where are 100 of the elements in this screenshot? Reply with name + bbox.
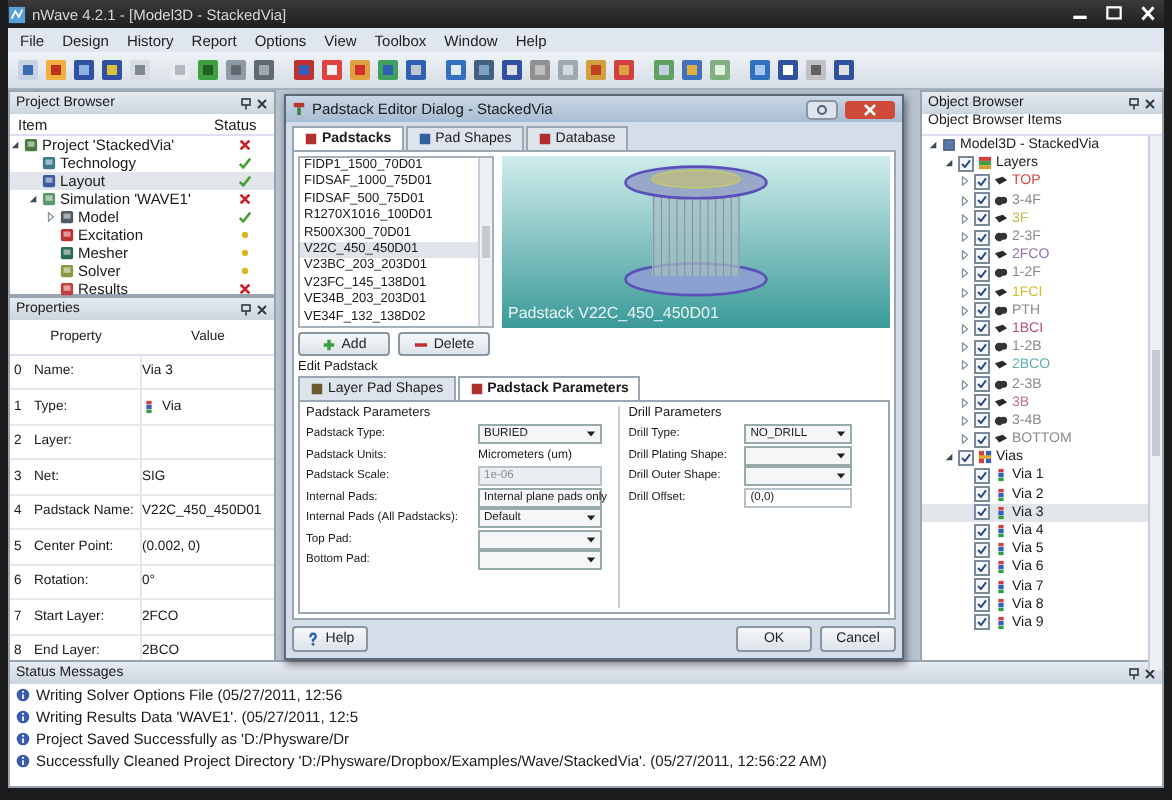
close-icon[interactable] xyxy=(256,97,268,109)
toolbar-icon[interactable] xyxy=(320,58,344,82)
tree-toggle-icon[interactable] xyxy=(960,360,970,371)
model-icon xyxy=(60,210,74,224)
pin-icon[interactable] xyxy=(240,303,252,315)
tree-toggle-icon[interactable] xyxy=(28,194,38,204)
checkbox[interactable] xyxy=(974,229,990,246)
tree-toggle-icon[interactable] xyxy=(960,342,970,353)
dropdown-arrow-icon xyxy=(586,430,596,439)
checkbox[interactable] xyxy=(974,467,990,484)
checkbox[interactable] xyxy=(974,265,990,282)
tab-icon xyxy=(417,132,432,146)
checkbox[interactable] xyxy=(974,486,990,503)
via-icon xyxy=(994,524,1008,539)
tree-toggle-icon[interactable] xyxy=(960,176,970,187)
pin-icon[interactable] xyxy=(1128,97,1140,109)
tree-toggle-icon[interactable] xyxy=(960,213,970,224)
toolbar-icon[interactable] xyxy=(100,58,124,82)
toolbar-icon[interactable] xyxy=(292,58,316,82)
toolbar-icon[interactable] xyxy=(252,58,276,82)
checkbox[interactable] xyxy=(958,449,974,466)
preview-label: Padstack V22C_450_450D01 xyxy=(506,304,721,322)
pin-icon[interactable] xyxy=(240,97,252,109)
checkbox[interactable] xyxy=(974,412,990,429)
checkbox[interactable] xyxy=(974,596,990,613)
tree-toggle-icon[interactable] xyxy=(960,305,970,316)
scrollbar-thumb[interactable] xyxy=(1152,349,1160,457)
tree-toggle-icon[interactable] xyxy=(960,323,970,334)
toolbar-icon[interactable] xyxy=(376,58,400,82)
tree-toggle-icon[interactable] xyxy=(960,415,970,426)
scrollbar[interactable] xyxy=(1148,136,1162,670)
tree-toggle-icon[interactable] xyxy=(944,452,954,463)
close-icon[interactable] xyxy=(1144,97,1156,109)
toolbar-icon[interactable] xyxy=(444,58,468,82)
via-icon xyxy=(994,505,1008,520)
checkbox[interactable] xyxy=(974,173,990,190)
scrollbar-thumb[interactable] xyxy=(482,225,490,259)
toolbar-icon[interactable] xyxy=(776,58,800,82)
tree-toggle-icon[interactable] xyxy=(960,250,970,261)
via-icon xyxy=(994,560,1008,575)
toolbar-icon[interactable] xyxy=(224,58,248,82)
checkbox[interactable] xyxy=(974,320,990,337)
tree-toggle-icon[interactable] xyxy=(960,434,970,445)
checkbox[interactable] xyxy=(974,284,990,301)
tree-toggle-icon[interactable] xyxy=(960,379,970,390)
tree-toggle-icon[interactable] xyxy=(960,287,970,298)
help-icon[interactable] xyxy=(806,99,838,119)
toolbar-icon[interactable] xyxy=(584,58,608,82)
blob-icon xyxy=(994,230,1008,245)
close-button[interactable] xyxy=(844,99,896,119)
blob-icon xyxy=(994,340,1008,355)
tree-toggle-icon[interactable] xyxy=(10,140,20,150)
checkbox[interactable] xyxy=(974,394,990,411)
scrollbar[interactable] xyxy=(478,158,492,326)
tree-toggle-icon[interactable] xyxy=(46,212,56,222)
toolbar-icon[interactable] xyxy=(680,58,704,82)
tree-toggle-icon[interactable] xyxy=(928,140,938,151)
checkbox[interactable] xyxy=(974,339,990,356)
toolbar-icon[interactable] xyxy=(404,58,428,82)
tree-toggle-icon[interactable] xyxy=(960,268,970,279)
toolbar-icon[interactable] xyxy=(804,58,828,82)
tree-toggle-icon[interactable] xyxy=(960,232,970,243)
technology-icon xyxy=(42,156,56,170)
checkbox[interactable] xyxy=(974,504,990,521)
checkbox[interactable] xyxy=(974,302,990,319)
toolbar-icon[interactable] xyxy=(832,58,856,82)
toolbar-icon[interactable] xyxy=(612,58,636,82)
via-icon xyxy=(994,579,1008,594)
checkbox[interactable] xyxy=(974,210,990,227)
toolbar-icon[interactable] xyxy=(748,58,772,82)
checkbox[interactable] xyxy=(974,247,990,264)
blob-icon xyxy=(994,303,1008,318)
toolbar-icon[interactable] xyxy=(472,58,496,82)
checkbox[interactable] xyxy=(974,614,990,631)
checkbox[interactable] xyxy=(974,357,990,374)
checkbox[interactable] xyxy=(974,559,990,576)
toolbar-icon[interactable] xyxy=(16,58,40,82)
toolbar-icon[interactable] xyxy=(72,58,96,82)
checkbox[interactable] xyxy=(974,376,990,393)
toolbar-icon[interactable] xyxy=(348,58,372,82)
checkbox[interactable] xyxy=(974,578,990,595)
toolbar-icon[interactable] xyxy=(44,58,68,82)
layout-icon xyxy=(42,174,56,188)
tab-icon xyxy=(310,382,324,396)
mesher-icon xyxy=(60,246,74,260)
checkbox[interactable] xyxy=(974,431,990,448)
tree-toggle-icon[interactable] xyxy=(960,397,970,408)
close-icon[interactable] xyxy=(1144,667,1156,679)
close-icon[interactable] xyxy=(256,303,268,315)
tree-toggle-icon[interactable] xyxy=(944,158,954,169)
checkbox[interactable] xyxy=(958,155,974,172)
toolbar-icon[interactable] xyxy=(500,58,524,82)
layer-sheet-icon xyxy=(994,358,1008,373)
toolbar-icon[interactable] xyxy=(196,58,220,82)
pin-icon[interactable] xyxy=(1128,667,1140,679)
checkbox[interactable] xyxy=(974,192,990,209)
checkbox[interactable] xyxy=(974,541,990,558)
via-icon xyxy=(994,487,1008,502)
tree-toggle-icon[interactable] xyxy=(960,195,970,206)
checkbox[interactable] xyxy=(974,523,990,540)
